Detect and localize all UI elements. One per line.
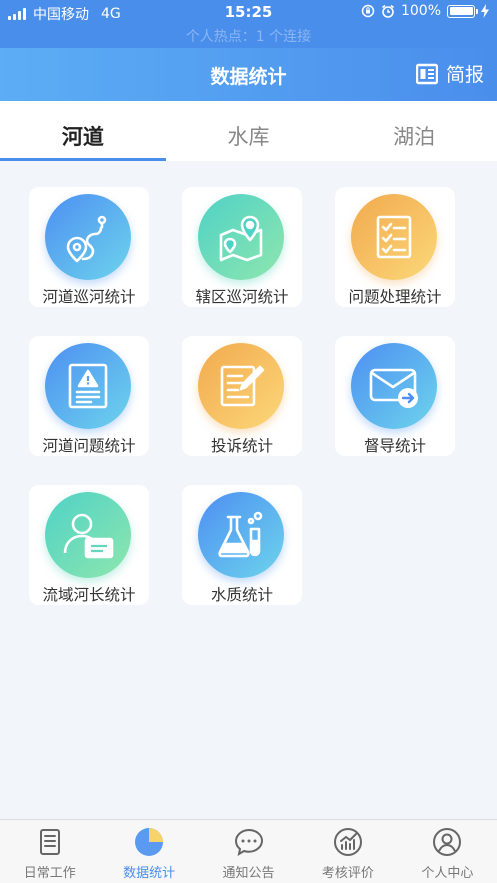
mail-forward-icon <box>369 368 418 408</box>
card-label: 投诉统计 <box>210 437 273 455</box>
battery-percent: 100% <box>400 3 441 19</box>
report-label: 简报 <box>445 64 484 86</box>
card-icon-bg <box>198 343 284 429</box>
battery-icon <box>447 4 478 18</box>
card-issue-handling-stats[interactable]: 问题处理统计 <box>335 187 455 307</box>
map-pin-icon <box>219 215 263 262</box>
bottom-tab-profile[interactable]: 个人中心 <box>398 820 497 883</box>
bottom-tab-notices[interactable]: 通知公告 <box>199 820 298 883</box>
bottom-tab-label: 日常工作 <box>23 866 76 881</box>
bottom-tab-label: 通知公告 <box>222 866 275 881</box>
card-icon-bg <box>198 194 284 280</box>
card-icon-bg <box>198 492 284 578</box>
tab-lake[interactable]: 湖泊 <box>331 101 497 161</box>
card-complaint-stats[interactable]: 投诉统计 <box>182 336 302 456</box>
card-icon-bg <box>45 492 131 578</box>
charging-icon <box>481 4 489 18</box>
status-right: 100% <box>361 3 489 19</box>
card-river-patrol-stats[interactable]: 河道巡河统计 <box>29 187 149 307</box>
bottom-tab-label: 考核评价 <box>321 866 374 881</box>
tab-river[interactable]: 河道 <box>0 101 166 161</box>
card-label: 督导统计 <box>363 437 426 455</box>
checklist-icon <box>376 215 412 259</box>
card-icon-bg <box>45 194 131 280</box>
card-basin-chief-stats[interactable]: 流域河长统计 <box>29 485 149 605</box>
lab-flask-icon <box>218 511 263 558</box>
card-water-quality-stats[interactable]: 水质统计 <box>182 485 302 605</box>
card-label: 流域河长统计 <box>42 586 136 604</box>
bottom-tab-label: 数据统计 <box>123 866 176 881</box>
alarm-icon <box>381 4 394 18</box>
chat-bubble-icon <box>234 828 263 857</box>
card-label: 问题处理统计 <box>348 288 442 306</box>
card-river-issue-stats[interactable]: 河道问题统计 <box>29 336 149 456</box>
category-tabs: 河道 水库 湖泊 <box>0 101 497 161</box>
chart-growth-icon <box>333 828 362 856</box>
card-icon-bg <box>351 343 437 429</box>
edit-document-icon <box>220 365 265 407</box>
bottom-tab-statistics[interactable]: 数据统计 <box>99 820 198 883</box>
card-district-patrol-stats[interactable]: 辖区巡河统计 <box>182 187 302 307</box>
bottom-tab-label: 个人中心 <box>421 866 474 881</box>
bottom-tab-daily-work[interactable]: 日常工作 <box>0 820 99 883</box>
user-circle-icon <box>433 828 462 856</box>
card-label: 辖区巡河统计 <box>195 288 289 306</box>
card-label: 河道巡河统计 <box>42 288 136 306</box>
newspaper-icon <box>415 63 438 84</box>
warning-document-icon <box>68 363 108 409</box>
card-label: 河道问题统计 <box>42 437 136 455</box>
pie-chart-icon <box>135 828 164 856</box>
tab-reservoir[interactable]: 水库 <box>166 101 332 161</box>
hotspot-banner[interactable]: 个人热点：1 个连接 <box>0 26 497 46</box>
bottom-tab-evaluation[interactable]: 考核评价 <box>298 820 397 883</box>
card-label: 水质统计 <box>210 586 273 604</box>
document-icon <box>39 829 60 855</box>
report-button[interactable]: 简报 <box>415 60 484 87</box>
rotation-lock-icon <box>361 4 375 18</box>
nav-bar: 数据统计 简报 <box>0 48 497 101</box>
status-bar: 中国移动 4G 15:25 100% 个人热点：1 个连接 <box>0 0 497 48</box>
card-supervision-stats[interactable]: 督导统计 <box>335 336 455 456</box>
person-card-icon <box>63 513 114 559</box>
card-icon-bg <box>351 194 437 280</box>
card-icon-bg <box>45 343 131 429</box>
bottom-tab-bar: 日常工作 数据统计 通知公告 考核评价 个人中心 <box>0 819 497 883</box>
route-pin-icon <box>66 215 107 263</box>
